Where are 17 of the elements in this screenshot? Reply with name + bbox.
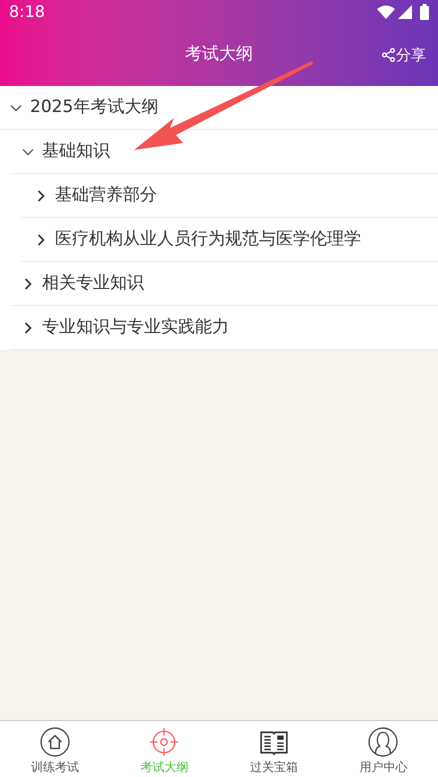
nav-tab[interactable]: 训练考试 [0,721,110,777]
person-icon [368,727,398,757]
outline-item[interactable]: 相关专业知识 [10,262,438,306]
battery-icon [420,4,429,20]
nav-tab[interactable]: 用户中心 [328,721,438,777]
nav-tab[interactable]: 过关宝箱 [219,721,328,777]
outline-item[interactable]: 基础营养部分 [21,174,438,218]
share-button[interactable]: 分享 [382,44,426,66]
share-icon [382,48,395,62]
wifi-icon [377,5,395,19]
crosshair-icon [149,727,180,757]
home-icon [40,727,70,757]
outline-item[interactable]: 医疗机构从业人员行为规范与医学伦理学 [21,218,438,262]
status-time: 8:18 [9,1,45,23]
signal-icon [398,5,412,19]
outline-item[interactable]: 专业知识与专业实践能力 [10,306,438,350]
page-title: 考试大纲 [185,43,253,66]
